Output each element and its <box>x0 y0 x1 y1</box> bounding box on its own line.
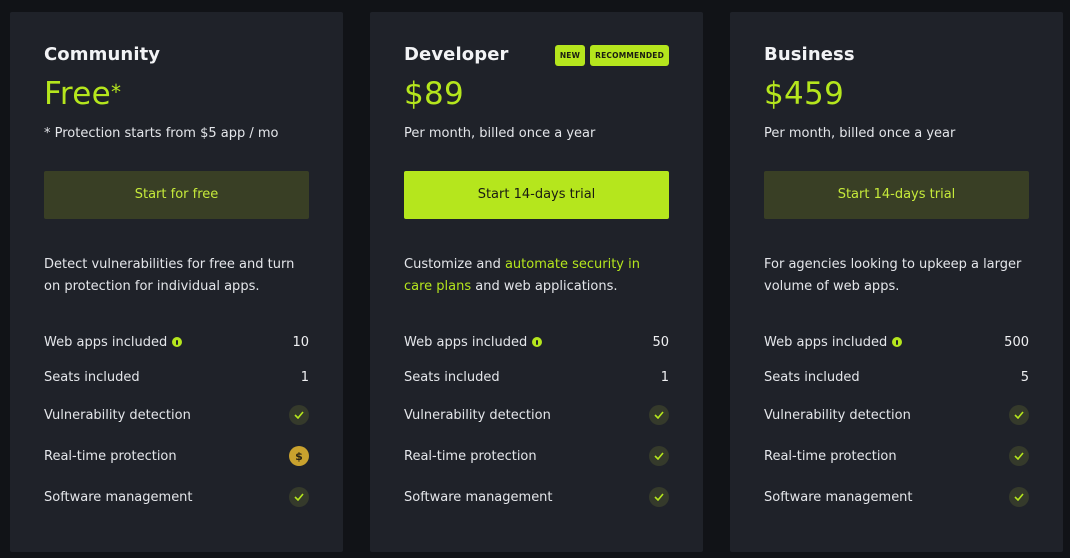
feature-label: Vulnerability detection <box>44 407 191 423</box>
plan-header: Business <box>764 44 1029 74</box>
pricing-plans: Community Free* * Protection starts from… <box>0 0 1070 558</box>
dollar-icon: $ <box>289 446 309 466</box>
feature-value: 50 <box>652 334 669 350</box>
description-text: and web applications. <box>471 279 618 294</box>
start-trial-button[interactable]: Start 14-days trial <box>404 171 669 219</box>
plan-name: Community <box>44 44 161 65</box>
info-icon[interactable] <box>172 337 183 347</box>
check-icon <box>1009 487 1029 507</box>
check-icon <box>649 487 669 507</box>
feature-list: Web apps included 50 Seats included 1 Vu… <box>404 331 669 508</box>
feature-real-time-protection: Real-time protection <box>764 445 1029 467</box>
new-badge: NEW <box>554 45 586 66</box>
recommended-badge: RECOMMENDED <box>590 45 669 66</box>
check-icon <box>289 405 309 425</box>
feature-label: Real-time protection <box>404 448 537 464</box>
feature-label: Web apps included <box>44 334 168 350</box>
feature-label: Vulnerability detection <box>764 407 911 423</box>
plan-description: Detect vulnerabilities for free and turn… <box>44 257 295 294</box>
feature-web-apps: Web apps included 10 <box>44 331 309 353</box>
feature-vulnerability-detection: Vulnerability detection <box>764 404 1029 426</box>
feature-software-management: Software management <box>44 486 309 508</box>
info-icon[interactable] <box>892 337 903 347</box>
plan-price: $89 <box>404 76 465 112</box>
price-note: * Protection starts from $5 app / mo <box>44 126 279 141</box>
plan-card-business: Business $459 Per month, billed once a y… <box>730 12 1063 552</box>
feature-real-time-protection: Real-time protection <box>404 445 669 467</box>
feature-label: Vulnerability detection <box>404 407 551 423</box>
feature-label: Web apps included <box>764 334 888 350</box>
check-icon <box>1009 405 1029 425</box>
feature-vulnerability-detection: Vulnerability detection <box>44 404 309 426</box>
price-asterisk: * <box>110 80 122 104</box>
feature-web-apps: Web apps included 500 <box>764 331 1029 353</box>
description-text: Customize and <box>404 257 505 272</box>
plan-header: Community <box>44 44 309 74</box>
feature-label: Real-time protection <box>44 448 177 464</box>
plan-description: For agencies looking to upkeep a larger … <box>764 257 1022 294</box>
price-note: Per month, billed once a year <box>764 126 956 141</box>
badge-group: NEW RECOMMENDED <box>554 45 669 66</box>
feature-value: 1 <box>660 369 669 385</box>
start-free-button[interactable]: Start for free <box>44 171 309 219</box>
feature-seats: Seats included 1 <box>404 366 669 388</box>
feature-label: Software management <box>44 489 193 505</box>
feature-label: Software management <box>764 489 913 505</box>
plan-description: Customize and automate security in care … <box>404 254 669 298</box>
feature-value: 10 <box>292 334 309 350</box>
feature-label: Software management <box>404 489 553 505</box>
feature-list: Web apps included 10 Seats included 1 Vu… <box>44 331 309 508</box>
start-trial-button[interactable]: Start 14-days trial <box>764 171 1029 219</box>
price-value: Free <box>44 76 111 112</box>
feature-value: 1 <box>300 369 309 385</box>
feature-label: Real-time protection <box>764 448 897 464</box>
feature-vulnerability-detection: Vulnerability detection <box>404 404 669 426</box>
feature-list: Web apps included 500 Seats included 5 V… <box>764 331 1029 508</box>
feature-seats: Seats included 5 <box>764 366 1029 388</box>
feature-label: Seats included <box>404 369 500 385</box>
plan-price: $459 <box>764 76 845 112</box>
check-icon <box>289 487 309 507</box>
plan-price: Free* <box>44 76 309 112</box>
check-icon <box>649 446 669 466</box>
feature-software-management: Software management <box>764 486 1029 508</box>
info-icon[interactable] <box>532 337 543 347</box>
feature-software-management: Software management <box>404 486 669 508</box>
feature-label: Seats included <box>44 369 140 385</box>
plan-card-developer: Developer NEW RECOMMENDED $89 Per month,… <box>370 12 703 552</box>
feature-seats: Seats included 1 <box>44 366 309 388</box>
feature-label: Web apps included <box>404 334 528 350</box>
feature-value: 500 <box>1004 334 1029 350</box>
plan-name: Business <box>764 44 855 65</box>
check-icon <box>649 405 669 425</box>
plan-header: Developer NEW RECOMMENDED <box>404 44 669 74</box>
price-note: Per month, billed once a year <box>404 126 596 141</box>
feature-web-apps: Web apps included 50 <box>404 331 669 353</box>
feature-value: 5 <box>1020 369 1029 385</box>
plan-card-community: Community Free* * Protection starts from… <box>10 12 343 552</box>
feature-label: Seats included <box>764 369 860 385</box>
check-icon <box>1009 446 1029 466</box>
feature-real-time-protection: Real-time protection $ <box>44 445 309 467</box>
